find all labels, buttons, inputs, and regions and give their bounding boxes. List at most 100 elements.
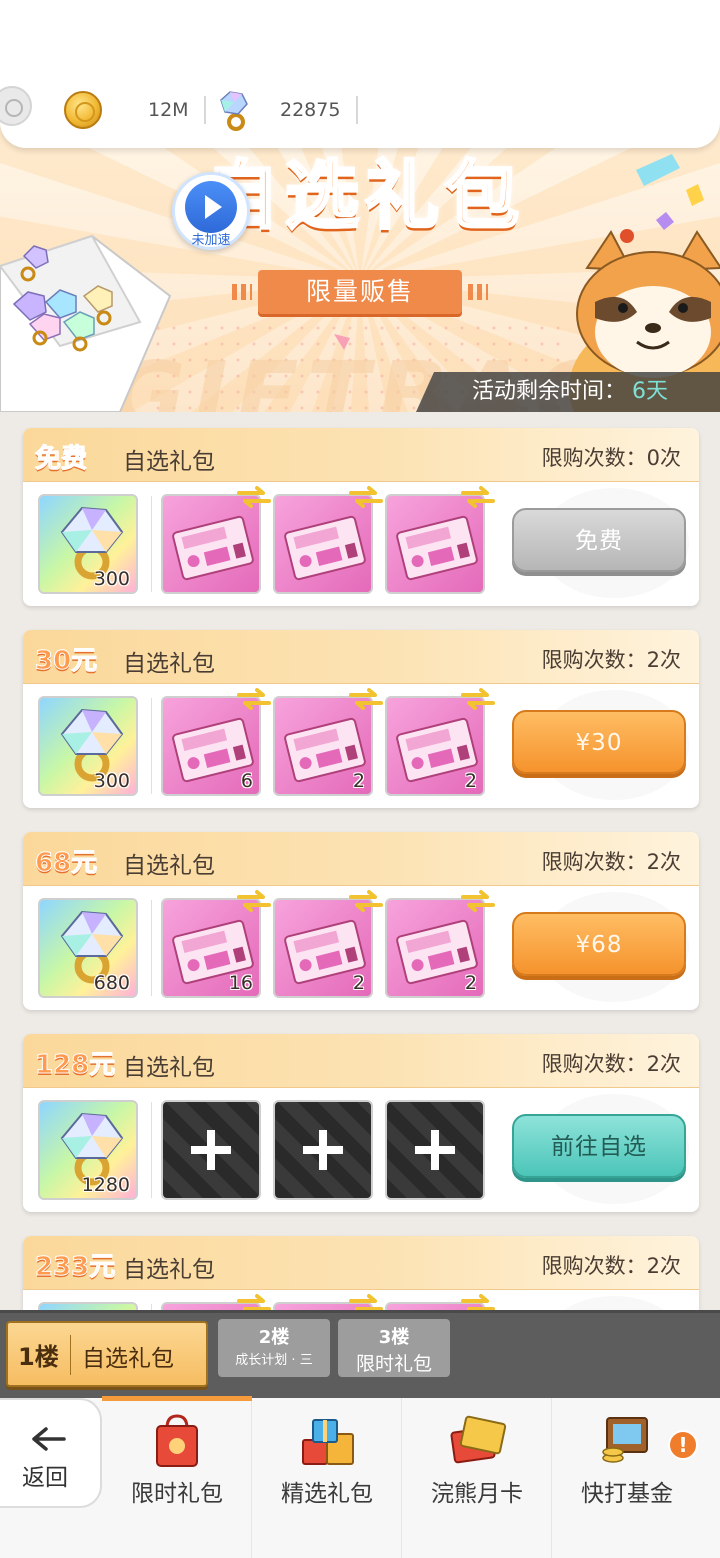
gem-reward-slot[interactable] <box>38 1302 138 1310</box>
floor-tab-1[interactable]: 1楼 自选礼包 <box>6 1321 208 1387</box>
floor-number: 3楼 <box>378 1327 410 1348</box>
pack-header: 233元 自选礼包 限购次数：2次 <box>23 1236 699 1290</box>
ticket-icon <box>396 515 478 581</box>
purchase-limit: 限购次数：2次 <box>541 1254 681 1278</box>
nav-limited-pack[interactable]: 限时礼包 <box>102 1396 252 1558</box>
reward-count: 16 <box>228 972 253 994</box>
gem-reward-slot[interactable]: 300 <box>38 696 138 796</box>
pack-header: 30元 自选礼包 限购次数：2次 <box>23 630 699 684</box>
plus-icon <box>303 1130 343 1170</box>
pack-price: 30元 <box>34 646 98 677</box>
swap-icon[interactable] <box>349 1294 383 1310</box>
swap-icon[interactable] <box>349 486 383 508</box>
timer-value: 6天 <box>632 379 669 404</box>
empty-pick-slot[interactable] <box>273 1100 373 1200</box>
divider <box>151 698 152 794</box>
nav-label: 快打基金 <box>581 1481 673 1507</box>
ticket-icon <box>172 515 254 581</box>
purchase-limit: 限购次数：2次 <box>541 1052 681 1076</box>
pack-price: 128元 <box>34 1050 116 1081</box>
swap-icon[interactable] <box>237 1294 271 1310</box>
confetti-decoration <box>334 334 350 350</box>
swap-icon[interactable] <box>349 890 383 912</box>
bottom-nav: 返回 限时礼包 精选礼包 浣熊月卡 快打基金 ! <box>0 1396 720 1558</box>
pack-price: 233元 <box>34 1252 116 1283</box>
gift-box-illustration <box>0 234 172 412</box>
confetti-decoration <box>636 154 704 230</box>
pack-card: 30元 自选礼包 限购次数：2次 300 6 2 2 ¥30 <box>23 630 699 808</box>
event-banner: GIFTBAG 自选礼包 限量贩售 未加速 <box>0 120 720 412</box>
swap-icon[interactable] <box>461 486 495 508</box>
reward-count: 680 <box>93 972 130 994</box>
pack-list[interactable]: 免费 自选礼包 限购次数：0次 300 免费 30元 自选礼包 限购次数：2次 300 6 2 2 ¥3… <box>0 412 720 1310</box>
gem-reward-slot[interactable]: 1280 <box>38 1100 138 1200</box>
raccoon-watermark <box>539 1296 689 1310</box>
nav-monthly-card[interactable]: 浣熊月卡 <box>402 1398 552 1558</box>
divider <box>356 96 358 124</box>
ticket-reward-slot[interactable] <box>385 494 485 594</box>
ticket-reward-slot[interactable] <box>273 494 373 594</box>
reward-count: 2 <box>352 972 365 994</box>
nav-fund[interactable]: 快打基金 <box>552 1398 702 1558</box>
pack-card: 免费 自选礼包 限购次数：0次 300 免费 <box>23 428 699 606</box>
timer-label: 活动剩余时间： <box>472 379 627 404</box>
ticket-reward-slot[interactable]: 2 <box>273 898 373 998</box>
swap-icon[interactable] <box>237 688 271 710</box>
reward-count: 300 <box>93 770 130 792</box>
swap-icon[interactable] <box>461 890 495 912</box>
divider <box>204 96 206 124</box>
ticket-reward-slot[interactable]: 6 <box>161 696 261 796</box>
pack-header: 128元 自选礼包 限购次数：2次 <box>23 1034 699 1088</box>
pack-name: 自选礼包 <box>123 651 215 677</box>
ticket-reward-slot[interactable]: 16 <box>161 898 261 998</box>
floor-label: 自选礼包 <box>82 1346 174 1372</box>
ticket-icon <box>284 515 366 581</box>
settings-icon[interactable] <box>0 86 32 126</box>
floor-label: 成长计划 · 三 <box>235 1353 313 1368</box>
reward-count: 2 <box>352 770 365 792</box>
reward-count: 2 <box>464 972 477 994</box>
swap-icon[interactable] <box>461 1294 495 1310</box>
ticket-reward-slot[interactable]: 2 <box>385 898 485 998</box>
coin-icon <box>64 91 102 129</box>
floor-number: 1楼 <box>18 1343 59 1371</box>
purchase-button[interactable]: 前往自选 <box>512 1114 686 1178</box>
pack-header: 68元 自选礼包 限购次数：2次 <box>23 832 699 886</box>
purchase-button[interactable]: ¥68 <box>512 912 686 976</box>
speed-up-badge[interactable]: 未加速 <box>172 172 250 250</box>
swap-icon[interactable] <box>349 688 383 710</box>
nav-featured-pack[interactable]: 精选礼包 <box>252 1398 402 1558</box>
back-label: 返回 <box>22 1465 68 1491</box>
gem-reward-slot[interactable]: 300 <box>38 494 138 594</box>
swap-icon[interactable] <box>237 486 271 508</box>
floor-tab-3[interactable]: 3楼 限时礼包 <box>338 1319 450 1377</box>
purchase-button[interactable]: 免费 <box>512 508 686 572</box>
gem-ring-icon <box>220 91 248 131</box>
card-icon <box>450 1415 507 1464</box>
speed-up-label: 未加速 <box>191 233 231 248</box>
floor-tabs: 1楼 自选礼包 2楼 成长计划 · 三 3楼 限时礼包 <box>0 1310 720 1398</box>
swap-icon[interactable] <box>461 688 495 710</box>
empty-pick-slot[interactable] <box>385 1100 485 1200</box>
purchase-button[interactable]: ¥30 <box>512 710 686 774</box>
swap-icon[interactable] <box>237 890 271 912</box>
reward-count: 300 <box>93 568 130 590</box>
empty-pick-slot[interactable] <box>161 1100 261 1200</box>
gem-reward-slot[interactable]: 680 <box>38 898 138 998</box>
divider <box>151 900 152 996</box>
pack-name: 自选礼包 <box>123 1257 215 1283</box>
reward-count: 6 <box>240 770 253 792</box>
divider <box>151 1102 152 1198</box>
shopping-bag-icon <box>156 1414 198 1467</box>
ticket-reward-slot[interactable] <box>161 494 261 594</box>
back-button[interactable]: 返回 <box>0 1398 102 1508</box>
ticket-reward-slot[interactable]: 2 <box>385 696 485 796</box>
ticket-reward-slot[interactable]: 2 <box>273 696 373 796</box>
play-icon <box>185 181 237 233</box>
gift-pile-icon <box>302 1419 354 1465</box>
alert-icon[interactable]: ! <box>668 1430 698 1460</box>
floor-tab-2[interactable]: 2楼 成长计划 · 三 <box>218 1319 330 1377</box>
purchase-limit: 限购次数：2次 <box>541 850 681 874</box>
currency-bar: 12M 22875 <box>0 0 720 148</box>
pack-price: 免费 <box>34 444 88 475</box>
